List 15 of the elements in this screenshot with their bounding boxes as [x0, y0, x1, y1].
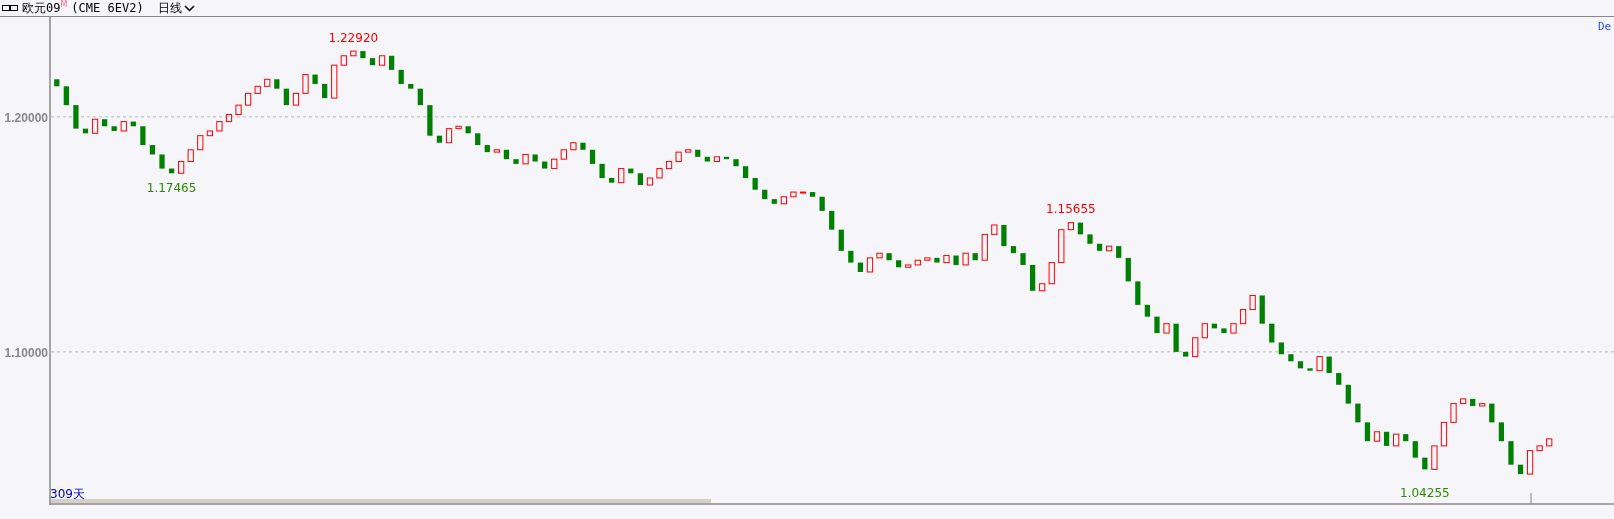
bar-count: 309天	[50, 487, 85, 501]
price-label: 1.04255	[1400, 486, 1450, 500]
corner-label: De	[1598, 20, 1612, 33]
price-label: 1.17465	[146, 181, 197, 196]
price-label: 1.15655	[1046, 202, 1096, 216]
period-dropdown[interactable]: 日线	[157, 0, 195, 17]
price-label: 1.22920	[328, 31, 379, 46]
contract-month-label: M	[60, 0, 68, 9]
axis-label: 1.10000	[4, 345, 48, 360]
contract-code: (CME 6EV2)	[71, 1, 144, 15]
instrument-name: 欧元09	[22, 0, 61, 17]
link-icon[interactable]	[2, 4, 18, 12]
scrollbar-thumb[interactable]	[51, 499, 711, 503]
axis-label: 1.20000	[4, 110, 48, 125]
chevron-icon	[183, 4, 195, 12]
